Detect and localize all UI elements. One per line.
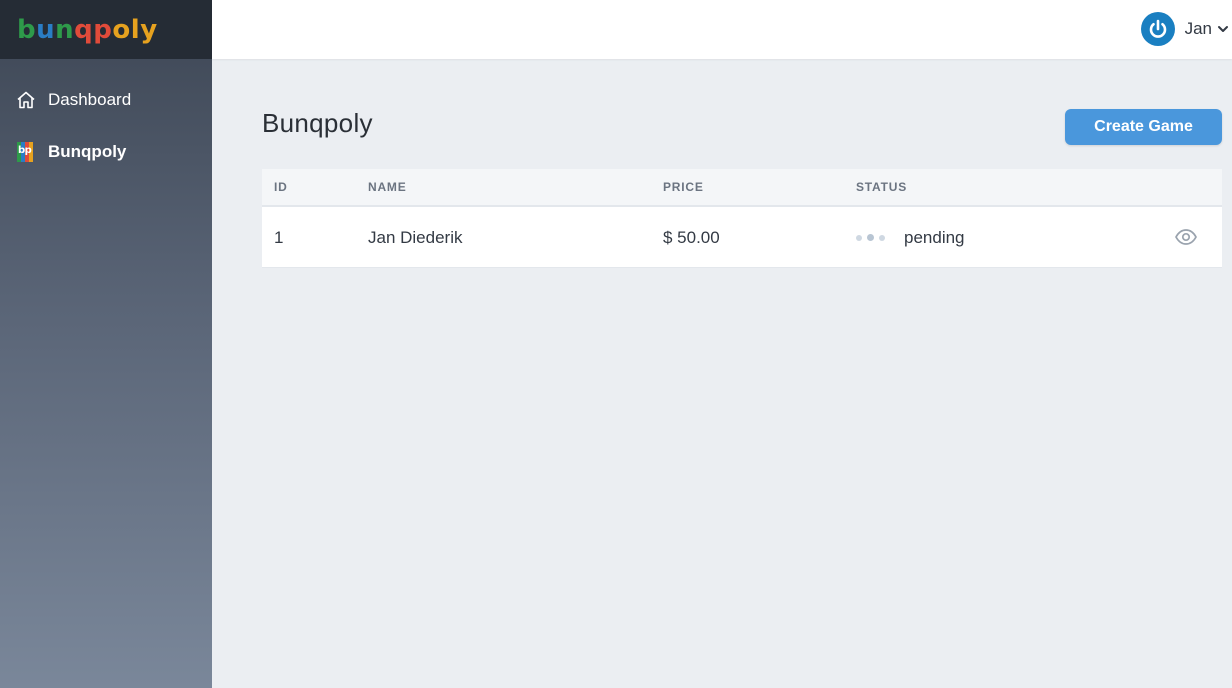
create-game-button[interactable]: Create Game: [1065, 109, 1222, 145]
table-row[interactable]: 1 Jan Diederik $ 50.00 pending: [262, 207, 1222, 268]
sidebar-item-dashboard[interactable]: Dashboard: [0, 87, 212, 113]
user-menu[interactable]: Jan: [1140, 12, 1232, 46]
sidebar-item-label: Dashboard: [48, 90, 132, 109]
cell-id: 1: [274, 227, 284, 247]
topbar: Jan: [212, 0, 1232, 59]
power-icon: [1140, 12, 1175, 46]
page-title: Bunqpoly: [262, 108, 373, 138]
brand-letter: b: [17, 14, 37, 45]
sidebar-nav: Dashboard bp Bunqpoly: [0, 59, 212, 165]
cell-status: pending: [856, 207, 965, 268]
user-name: Jan: [1184, 19, 1212, 38]
column-header-status[interactable]: STATUS: [856, 180, 907, 194]
sidebar-item-bunqpoly[interactable]: bp Bunqpoly: [0, 139, 212, 165]
brand-letter: l: [130, 14, 141, 45]
brand-letter: o: [112, 14, 131, 45]
brand-letter: y: [140, 14, 158, 45]
cell-price: $ 50.00: [663, 227, 720, 247]
sidebar: bunqpoly Dashboard bp Bunqpoly: [0, 0, 212, 688]
brand-letter: u: [36, 14, 56, 45]
brand-letter: n: [55, 14, 75, 45]
column-header-name[interactable]: NAME: [368, 180, 407, 194]
eye-icon[interactable]: [1174, 225, 1198, 249]
bunqpoly-icon: bp: [16, 142, 36, 162]
brand-header: bunqpoly: [0, 0, 212, 59]
brand-logo[interactable]: bunqpoly: [17, 17, 158, 43]
brand-letter: q: [74, 14, 94, 45]
loading-dots-icon: [856, 234, 890, 241]
status-text: pending: [904, 227, 965, 247]
cell-name: Jan Diederik: [368, 227, 463, 247]
brand-letter: p: [93, 14, 113, 45]
games-table: ID NAME PRICE STATUS 1 Jan Diederik $ 50…: [262, 169, 1222, 268]
chevron-down-icon: [1216, 22, 1230, 36]
home-icon: [16, 90, 36, 110]
sidebar-item-label: Bunqpoly: [48, 142, 127, 161]
column-header-id[interactable]: ID: [274, 180, 288, 194]
table-header: ID NAME PRICE STATUS: [262, 169, 1222, 207]
column-header-price[interactable]: PRICE: [663, 180, 704, 194]
